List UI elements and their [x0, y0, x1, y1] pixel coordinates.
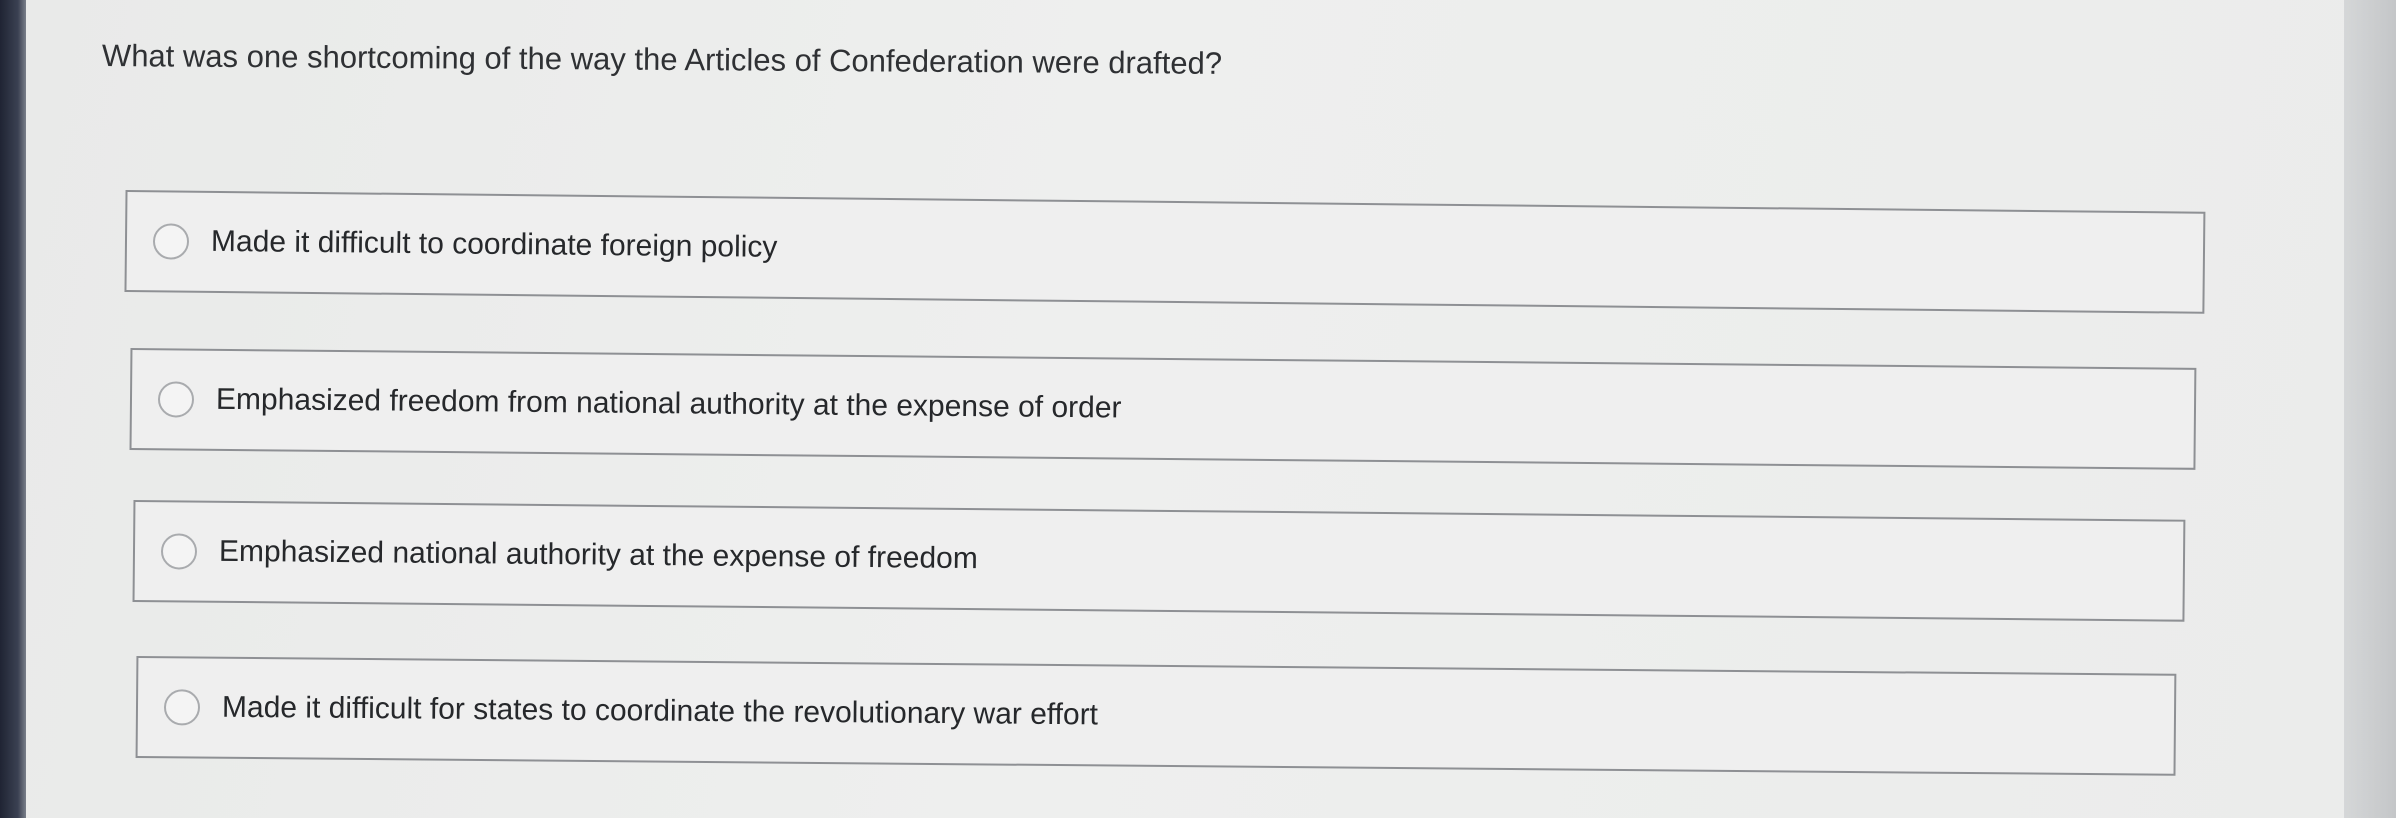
radio-unchecked-icon[interactable] [163, 689, 201, 726]
answer-option-3[interactable]: Emphasized national authority at the exp… [132, 500, 2186, 622]
question-text: What was one shortcoming of the way the … [101, 38, 1223, 81]
answer-option-label: Emphasized freedom from national authori… [215, 382, 1122, 425]
radio-unchecked-icon[interactable] [152, 223, 190, 260]
radio-unchecked-icon[interactable] [160, 533, 198, 570]
answer-option-label: Emphasized national authority at the exp… [218, 534, 978, 576]
screen-bezel-right [2344, 0, 2396, 818]
answer-option-2[interactable]: Emphasized freedom from national authori… [129, 348, 2197, 470]
answer-option-label: Made it difficult to coordinate foreign … [210, 224, 778, 264]
answer-option-1[interactable]: Made it difficult to coordinate foreign … [124, 190, 2206, 314]
answer-option-4[interactable]: Made it difficult for states to coordina… [135, 656, 2177, 776]
answer-option-label: Made it difficult for states to coordina… [221, 690, 1099, 732]
radio-unchecked-icon[interactable] [157, 381, 195, 418]
